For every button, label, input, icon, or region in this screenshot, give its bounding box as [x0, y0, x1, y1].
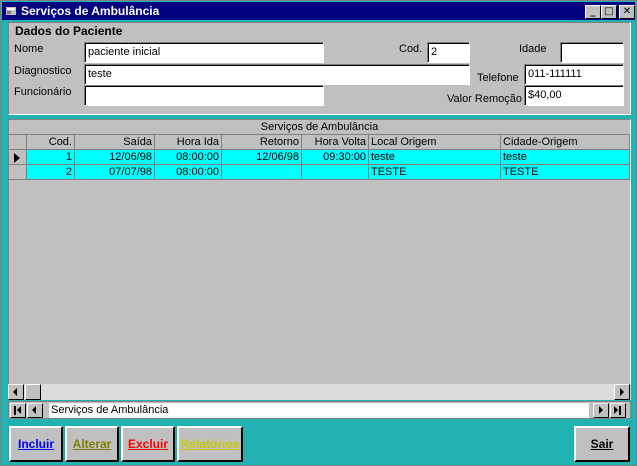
- cell-local-origem[interactable]: teste: [369, 150, 501, 165]
- first-record-button[interactable]: [10, 403, 26, 418]
- cod-label: Cod.: [399, 43, 423, 55]
- next-record-icon: [599, 406, 603, 414]
- grid-header: Cod. Saída Hora Ida Retorno Hora Volta L…: [9, 135, 630, 150]
- cell-hora-volta[interactable]: [302, 165, 369, 180]
- funcionario-field[interactable]: [84, 85, 324, 106]
- cell-cod[interactable]: 1: [27, 150, 75, 165]
- cell-saida[interactable]: 07/07/98: [75, 165, 155, 180]
- diagnostico-field[interactable]: teste: [84, 64, 470, 85]
- patient-data-group: Dados do Paciente Nome paciente inicial …: [8, 22, 631, 115]
- grid-caption: Serviços de Ambulância: [9, 120, 630, 135]
- current-row-arrow-icon: [14, 153, 20, 163]
- next-record-button[interactable]: [593, 403, 609, 418]
- cell-cod[interactable]: 2: [27, 165, 75, 180]
- valor-remocao-field[interactable]: $40,00: [524, 85, 624, 106]
- maximize-icon: □: [604, 6, 614, 17]
- previous-record-icon: [32, 406, 36, 414]
- previous-record-button[interactable]: [27, 403, 43, 418]
- excluir-button[interactable]: Excluir: [121, 426, 175, 462]
- diagnostico-label: Diagnostico: [14, 65, 72, 77]
- column-header-cod[interactable]: Cod.: [27, 135, 75, 150]
- first-record-icon: [17, 406, 21, 414]
- nome-label: Nome: [14, 43, 44, 55]
- funcionario-label: Funcionário: [14, 86, 72, 98]
- scroll-right-icon: [620, 388, 624, 396]
- last-record-icon: [614, 406, 618, 414]
- close-icon: ✕: [622, 6, 632, 17]
- last-record-button[interactable]: [610, 403, 626, 418]
- valor-remocao-label: Valor Remoção: [447, 93, 522, 105]
- navigator-caption: Serviços de Ambulância: [49, 403, 589, 418]
- horizontal-scrollbar[interactable]: [8, 384, 631, 400]
- column-header-retorno[interactable]: Retorno: [222, 135, 302, 150]
- minimize-button[interactable]: _: [585, 5, 601, 19]
- column-header-saida[interactable]: Saída: [75, 135, 155, 150]
- group-title: Dados do Paciente: [15, 24, 123, 38]
- services-grid[interactable]: Serviços de Ambulância Cod. Saída Hora I…: [8, 119, 631, 399]
- cell-saida[interactable]: 12/06/98: [75, 150, 155, 165]
- title-bar[interactable]: Serviços de Ambulância _ □ ✕: [2, 2, 635, 20]
- maximize-button[interactable]: □: [601, 5, 617, 19]
- cell-hora-ida[interactable]: 08:00:00: [155, 165, 222, 180]
- scroll-left-icon: [13, 388, 17, 396]
- cell-hora-volta[interactable]: 09:30:00: [302, 150, 369, 165]
- nome-field[interactable]: paciente inicial: [84, 42, 324, 63]
- idade-field[interactable]: [560, 42, 624, 63]
- minimize-icon: _: [590, 6, 596, 17]
- scroll-right-button[interactable]: [614, 384, 630, 400]
- row-selector[interactable]: [9, 150, 27, 165]
- column-header-cidade-origem[interactable]: Cidade-Origem: [501, 135, 630, 150]
- cell-cidade-origem[interactable]: TESTE: [501, 165, 630, 180]
- last-bar-icon: [619, 406, 621, 415]
- cod-field[interactable]: 2: [427, 42, 470, 63]
- cell-cidade-origem[interactable]: teste: [501, 150, 630, 165]
- column-header-hora-volta[interactable]: Hora Volta: [302, 135, 369, 150]
- app-icon: [6, 7, 16, 15]
- alterar-button[interactable]: Alterar: [65, 426, 119, 462]
- close-button[interactable]: ✕: [619, 5, 635, 19]
- main-window: Serviços de Ambulância _ □ ✕ Dados do Pa…: [0, 0, 637, 466]
- cell-local-origem[interactable]: TESTE: [369, 165, 501, 180]
- data-navigator: Serviços de Ambulância: [8, 401, 631, 419]
- telefone-field[interactable]: 011-111111: [524, 64, 624, 85]
- table-row[interactable]: 1 12/06/98 08:00:00 12/06/98 09:30:00 te…: [9, 150, 630, 165]
- incluir-button[interactable]: Incluir: [9, 426, 63, 462]
- idade-label: Idade: [519, 43, 547, 55]
- window-title: Serviços de Ambulância: [21, 4, 160, 18]
- cell-retorno[interactable]: [222, 165, 302, 180]
- first-bar-icon: [14, 406, 16, 415]
- cell-hora-ida[interactable]: 08:00:00: [155, 150, 222, 165]
- relatorios-button[interactable]: Relatórios: [177, 426, 243, 462]
- sair-button[interactable]: Sair: [574, 426, 630, 462]
- cell-retorno[interactable]: 12/06/98: [222, 150, 302, 165]
- telefone-label: Telefone: [477, 72, 519, 84]
- scroll-left-button[interactable]: [8, 384, 24, 400]
- scroll-thumb[interactable]: [25, 384, 41, 400]
- column-header-hora-ida[interactable]: Hora Ida: [155, 135, 222, 150]
- table-row[interactable]: 2 07/07/98 08:00:00 TESTE TESTE: [9, 165, 630, 180]
- row-selector-header: [9, 135, 27, 150]
- column-header-local-origem[interactable]: Local Origem: [369, 135, 501, 150]
- row-selector[interactable]: [9, 165, 27, 180]
